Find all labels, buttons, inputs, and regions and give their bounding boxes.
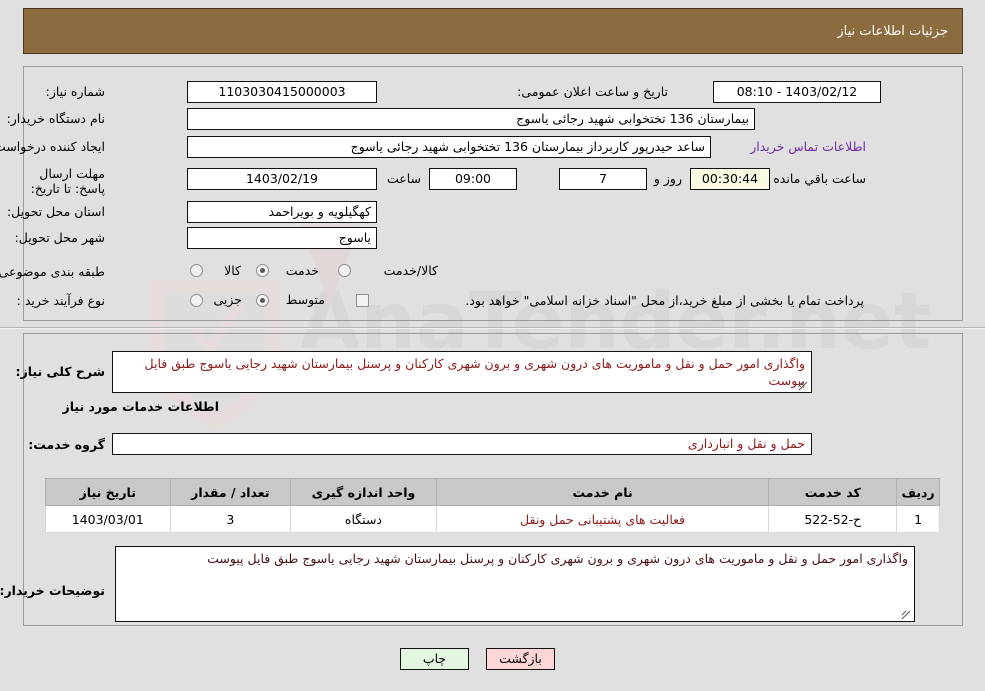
general-need-value: واگذاری امور حمل و نقل و ماموریت های درو… (112, 351, 812, 393)
buyer-contact-link[interactable]: اطلاعات تماس خریدار (750, 139, 866, 154)
services-section-heading: اطلاعات خدمات مورد نیاز (62, 399, 220, 414)
remaining-time-label: ساعت باقي مانده (773, 171, 866, 186)
cell-unit: دستگاه (290, 505, 437, 533)
cell-service-name: فعالیت های پشتیبانی حمل ونقل (435, 505, 770, 533)
buyer-org-value: بیمارستان 136 تختخوابی شهید رجائی یاسوج (187, 108, 755, 130)
radio-category-service[interactable] (256, 264, 269, 277)
radio-category-goods-service[interactable] (338, 264, 351, 277)
cell-service-code: ح-52-522 (768, 505, 898, 533)
delivery-province-value: کهگیلویه و بویراحمد (187, 201, 377, 223)
deadline-time-value: 09:00 (429, 168, 517, 190)
response-deadline-label: مهلت ارسال پاسخ: تا تاریخ: (30, 166, 105, 196)
radio-process-medium[interactable] (256, 294, 269, 307)
radio-process-minor[interactable] (190, 294, 203, 307)
deadline-hour-label: ساعت (386, 171, 421, 186)
purchase-process-label: نوع فرآیند خرید : (16, 293, 105, 308)
need-number-value: 1103030415000003 (187, 81, 377, 103)
radio-process-medium-label: متوسط (285, 292, 325, 307)
cell-quantity: 3 (169, 505, 292, 533)
service-group-value: حمل و نقل و انبارداری (112, 433, 812, 455)
remaining-time-value: 00:30:44 (690, 168, 770, 190)
th-row-index: ردیف (896, 478, 940, 506)
announce-date-label: تاریخ و ساعت اعلان عمومی: (517, 84, 668, 99)
subject-category-label: طبقه بندی موضوعی: (0, 264, 105, 279)
checkbox-treasury-bonds[interactable] (356, 294, 369, 307)
delivery-city-label: شهر محل تحویل: (14, 230, 105, 245)
treasury-bonds-note: پرداخت تمام یا بخشی از مبلغ خرید،از محل … (465, 293, 864, 308)
request-creator-value: ساعد حیدرپور کاربرداز بیمارستان 136 تختخ… (187, 136, 711, 158)
th-service-code: کد خدمت (768, 478, 898, 506)
radio-category-goods-service-label: کالا/خدمت (383, 263, 438, 278)
services-table: ردیف کد خدمت نام خدمت واحد اندازه گیری ت… (45, 478, 940, 533)
buyer-org-label: نام دستگاه خریدار: (6, 111, 105, 126)
need-number-label: شماره نیاز: (45, 84, 105, 99)
page-title: جزئیات اطلاعات نیاز (837, 23, 948, 39)
radio-category-goods[interactable] (190, 264, 203, 277)
back-button[interactable]: بازگشت (486, 648, 555, 670)
print-button[interactable]: چاپ (400, 648, 469, 670)
radio-category-service-label: خدمت (285, 263, 319, 278)
th-need-date: تاریخ نیاز (45, 478, 171, 506)
deadline-date-value: 1403/02/19 (187, 168, 377, 190)
th-service-name: نام خدمت (435, 478, 770, 506)
radio-process-minor-label: جزیی (213, 292, 242, 307)
need-info-panel (23, 66, 963, 321)
cell-need-date: 1403/03/01 (45, 505, 171, 533)
buyer-notes-value: واگذاری امور حمل و نقل و ماموریت های درو… (115, 546, 915, 622)
cell-row-index: 1 (896, 505, 940, 533)
page-header: جزئیات اطلاعات نیاز (23, 8, 963, 54)
page-root: AnaTender.net جزئیات اطلاعات نیاز شماره … (0, 0, 985, 691)
th-quantity: تعداد / مقدار (169, 478, 292, 506)
section-divider (0, 327, 985, 329)
announce-date-value: 1403/02/12 - 08:10 (713, 81, 881, 103)
delivery-province-label: استان محل تحویل: (6, 204, 105, 219)
th-unit: واحد اندازه گیری (290, 478, 437, 506)
table-row: 1 ح-52-522 فعالیت های پشتیبانی حمل ونقل … (45, 505, 940, 533)
remaining-days-value: 7 (559, 168, 647, 190)
radio-category-goods-label: کالا (224, 263, 241, 278)
request-creator-label: ایجاد کننده درخواست: (0, 139, 105, 154)
buyer-notes-label: توضیحات خریدار: (0, 583, 105, 598)
service-group-label: گروه خدمت: (28, 437, 105, 452)
remaining-days-label: روز و (653, 171, 682, 186)
table-header-row: ردیف کد خدمت نام خدمت واحد اندازه گیری ت… (45, 478, 940, 506)
general-need-label: شرح کلی نیاز: (15, 364, 105, 379)
delivery-city-value: یاسوج (187, 227, 377, 249)
